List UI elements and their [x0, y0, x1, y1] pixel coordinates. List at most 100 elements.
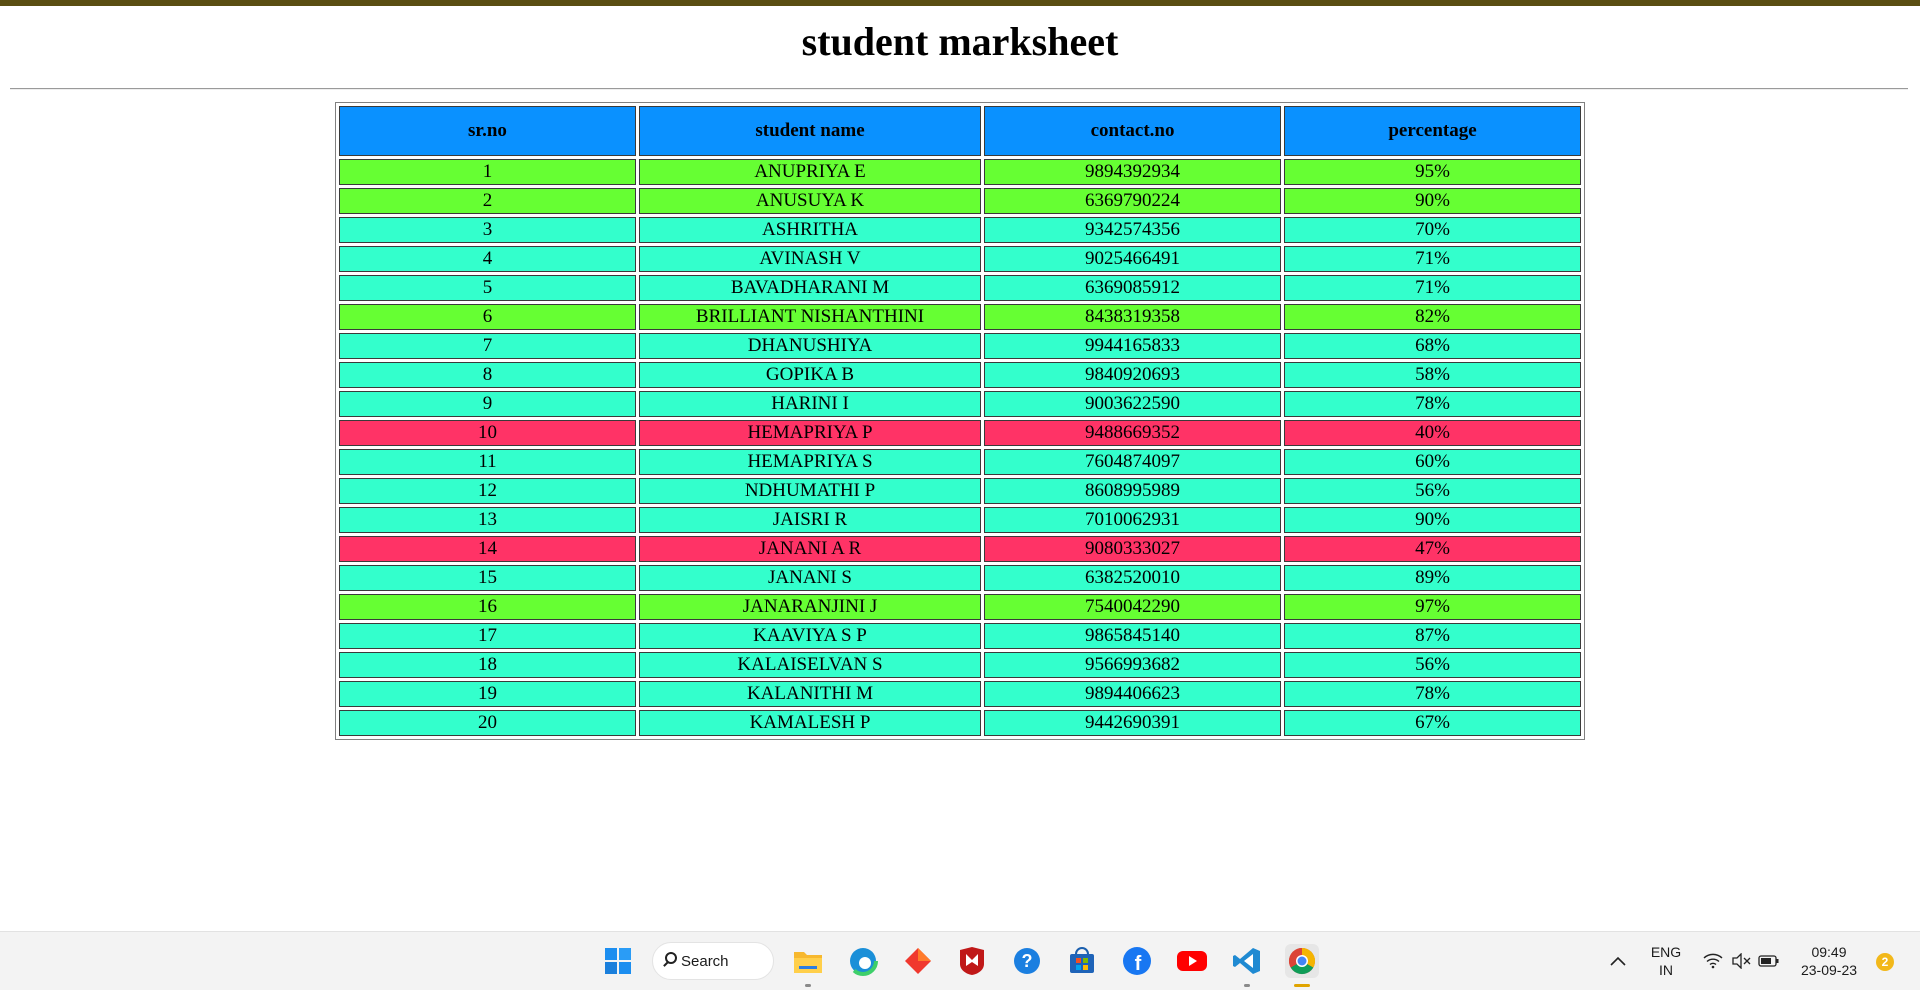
cell-contact-no: 9865845140 [984, 623, 1282, 649]
cell-contact-no: 6382520010 [984, 565, 1282, 591]
cell-sr-no: 10 [339, 420, 636, 446]
cell-student-name: BAVADHARANI M [638, 275, 982, 301]
cell-percentage: 87% [1284, 623, 1581, 649]
cell-sr-no: 6 [339, 304, 636, 330]
cell-percentage: 89% [1284, 565, 1581, 591]
cell-sr-no: 16 [339, 594, 636, 620]
cell-percentage: 68% [1284, 333, 1581, 359]
cell-sr-no: 5 [339, 275, 636, 301]
cell-percentage: 60% [1284, 449, 1581, 475]
running-indicator [805, 984, 811, 987]
search-icon [665, 952, 677, 964]
taskbar-search-button[interactable]: Search [652, 942, 774, 980]
table-row: 10 HEMAPRIYA P 9488669352 40% [339, 420, 1581, 446]
table-row: 17 KAAVIYA S P 9865845140 87% [339, 623, 1581, 649]
show-hidden-icons-chevron-icon[interactable] [1606, 944, 1630, 978]
table-row: 16 JANARANJINI J 7540042290 97% [339, 594, 1581, 620]
cell-student-name: BRILLIANT NISHANTHINI [638, 304, 982, 330]
region-code: IN [1659, 962, 1673, 978]
cell-percentage: 40% [1284, 420, 1581, 446]
clock[interactable]: 09:49 23-09-23 [1796, 943, 1862, 979]
file-explorer-icon[interactable] [791, 944, 825, 987]
cell-student-name: JANARANJINI J [638, 594, 982, 620]
cell-student-name: ASHRITHA [638, 217, 982, 243]
cell-sr-no: 15 [339, 565, 636, 591]
cell-contact-no: 7540042290 [984, 594, 1282, 620]
cell-contact-no: 6369085912 [984, 275, 1282, 301]
cell-percentage: 78% [1284, 391, 1581, 417]
cell-student-name: DHANUSHIYA [638, 333, 982, 359]
cell-sr-no: 4 [339, 246, 636, 272]
cell-contact-no: 9566993682 [984, 652, 1282, 678]
wifi-icon[interactable] [1700, 944, 1726, 978]
cell-contact-no: 9080333027 [984, 536, 1282, 562]
cell-percentage: 78% [1284, 681, 1581, 707]
cell-contact-no: 9442690391 [984, 710, 1282, 736]
table-row: 6 BRILLIANT NISHANTHINI 8438319358 82% [339, 304, 1581, 330]
cell-student-name: NDHUMATHI P [638, 478, 982, 504]
cell-student-name: KALAISELVAN S [638, 652, 982, 678]
cell-student-name: HARINI I [638, 391, 982, 417]
volume-muted-icon[interactable] [1728, 944, 1754, 978]
help-icon[interactable]: ? [1010, 944, 1044, 978]
cell-contact-no: 6369790224 [984, 188, 1282, 214]
windows-taskbar: Search ? f ENG IN 09:49 23-09-23 2 [0, 931, 1920, 990]
edge-icon[interactable] [846, 944, 880, 978]
table-header-row: sr.no student name contact.no percentage [339, 106, 1581, 156]
cell-contact-no: 9944165833 [984, 333, 1282, 359]
cell-contact-no: 9894406623 [984, 681, 1282, 707]
youtube-icon[interactable] [1175, 944, 1209, 978]
page-content: student marksheet sr.no student name con… [0, 6, 1920, 931]
cell-sr-no: 13 [339, 507, 636, 533]
language-indicator[interactable]: ENG IN [1646, 943, 1686, 979]
mcafee-icon[interactable] [955, 944, 989, 978]
battery-icon[interactable] [1756, 944, 1782, 978]
windows-start-icon[interactable] [601, 944, 635, 978]
cell-student-name: JANANI S [638, 565, 982, 591]
cell-student-name: JANANI A R [638, 536, 982, 562]
cell-percentage: 90% [1284, 188, 1581, 214]
cell-percentage: 95% [1284, 159, 1581, 185]
language-code: ENG [1650, 944, 1682, 960]
cell-contact-no: 9894392934 [984, 159, 1282, 185]
table-row: 1 ANUPRIYA E 9894392934 95% [339, 159, 1581, 185]
notification-badge[interactable]: 2 [1876, 953, 1894, 971]
cell-student-name: AVINASH V [638, 246, 982, 272]
cell-student-name: KAMALESH P [638, 710, 982, 736]
cell-percentage: 82% [1284, 304, 1581, 330]
cell-student-name: ANUSUYA K [638, 188, 982, 214]
table-body: 1 ANUPRIYA E 9894392934 95% 2 ANUSUYA K 636979… [339, 159, 1581, 736]
header-percentage: percentage [1284, 106, 1581, 156]
red-diamond-app-icon[interactable] [901, 944, 935, 978]
svg-text:?: ? [1022, 951, 1033, 971]
table-row: 13 JAISRI R 7010062931 90% [339, 507, 1581, 533]
table-row: 19 KALANITHI M 9894406623 78% [339, 681, 1581, 707]
table-row: 20 KAMALESH P 9442690391 67% [339, 710, 1581, 736]
active-indicator [1294, 984, 1310, 987]
microsoft-store-icon[interactable] [1065, 944, 1099, 978]
cell-contact-no: 9003622590 [984, 391, 1282, 417]
chrome-icon[interactable] [1285, 944, 1319, 987]
cell-student-name: KALANITHI M [638, 681, 982, 707]
table-row: 5 BAVADHARANI M 6369085912 71% [339, 275, 1581, 301]
cell-sr-no: 8 [339, 362, 636, 388]
cell-sr-no: 12 [339, 478, 636, 504]
cell-percentage: 67% [1284, 710, 1581, 736]
cell-sr-no: 20 [339, 710, 636, 736]
facebook-icon[interactable]: f [1120, 944, 1154, 978]
cell-student-name: JAISRI R [638, 507, 982, 533]
cell-contact-no: 8608995989 [984, 478, 1282, 504]
cell-percentage: 71% [1284, 246, 1581, 272]
table-row: 11 HEMAPRIYA S 7604874097 60% [339, 449, 1581, 475]
cell-percentage: 56% [1284, 652, 1581, 678]
table-row: 3 ASHRITHA 9342574356 70% [339, 217, 1581, 243]
cell-sr-no: 18 [339, 652, 636, 678]
cell-sr-no: 11 [339, 449, 636, 475]
cell-percentage: 56% [1284, 478, 1581, 504]
cell-contact-no: 7010062931 [984, 507, 1282, 533]
header-student-name: student name [638, 106, 982, 156]
cell-student-name: KAAVIYA S P [638, 623, 982, 649]
vscode-icon[interactable] [1230, 944, 1264, 987]
cell-percentage: 47% [1284, 536, 1581, 562]
table-row: 9 HARINI I 9003622590 78% [339, 391, 1581, 417]
